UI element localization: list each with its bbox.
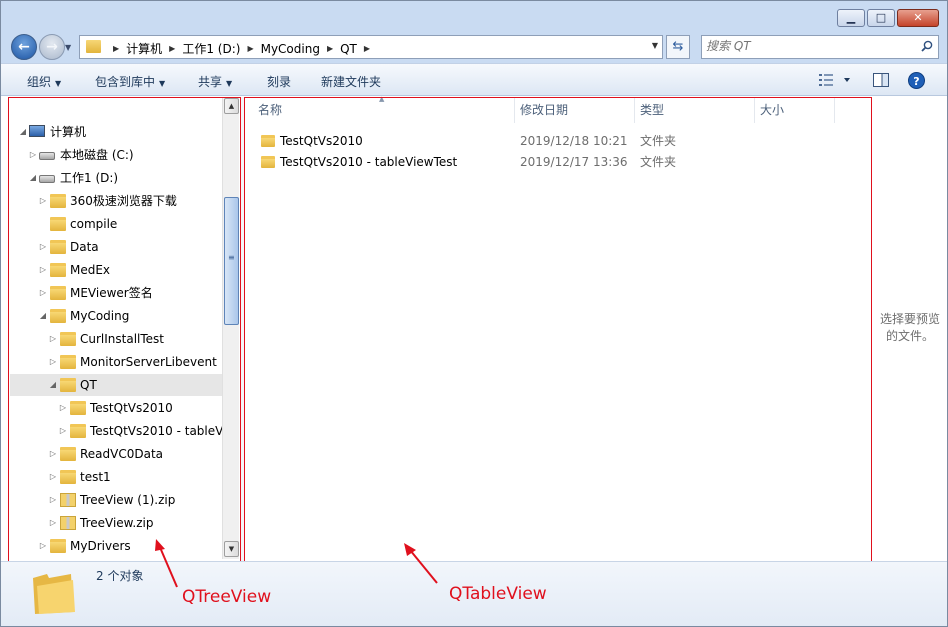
annotation-label-treeview: QTreeView [182, 587, 272, 607]
recent-locations-icon[interactable]: ▼ [65, 43, 71, 52]
title-bar: ▁ □ ✕ [1, 1, 947, 31]
view-details-icon [819, 74, 850, 86]
breadcrumb-item-mycoding[interactable]: MyCoding [261, 42, 320, 56]
organize-label: 组织 [27, 75, 52, 89]
annotation-arrow-icon [404, 543, 438, 584]
chevron-right-icon[interactable]: ▶ [327, 44, 333, 53]
preview-message: 选择要预览 的文件。 [876, 311, 944, 345]
forward-button[interactable]: → [39, 34, 65, 60]
maximize-icon: □ [875, 11, 887, 24]
folder-icon [86, 40, 101, 53]
search-input[interactable] [706, 39, 906, 53]
folder-icon [33, 574, 75, 614]
breadcrumb-item-computer[interactable]: 计算机 [126, 40, 162, 57]
address-bar[interactable]: ▶ 计算机 ▶ 工作1 (D:) ▶ MyCoding ▶ QT ▶ ▼ [79, 35, 663, 59]
annotation-arrow-icon [155, 539, 178, 588]
maximize-button[interactable]: □ [867, 9, 895, 27]
minimize-icon: ▁ [846, 11, 856, 24]
organize-menu[interactable]: 组织 ▼ [27, 73, 61, 90]
help-button[interactable]: ? [908, 72, 925, 92]
preview-pane-icon [873, 73, 889, 87]
breadcrumb: ▶ 计算机 ▶ 工作1 (D:) ▶ MyCoding ▶ QT ▶ [106, 40, 377, 57]
view-options-button[interactable] [819, 72, 853, 91]
annotation-label-tableview: QTableView [449, 584, 547, 604]
include-in-library-menu[interactable]: 包含到库中 ▼ [95, 73, 165, 90]
preview-message-line: 选择要预览 [879, 312, 940, 326]
caption-buttons: ▁ □ ✕ [835, 9, 939, 27]
svg-text:?: ? [913, 75, 919, 88]
burn-label: 刻录 [267, 75, 292, 89]
breadcrumb-item-qt[interactable]: QT [340, 42, 357, 56]
close-button[interactable]: ✕ [897, 9, 939, 27]
preview-pane-button[interactable] [873, 72, 889, 91]
chevron-down-icon: ▼ [55, 79, 62, 88]
annotation-box-tableview [244, 97, 872, 562]
annotation-box-treeview [8, 97, 241, 562]
chevron-right-icon[interactable]: ▶ [364, 44, 370, 53]
chevron-right-icon[interactable]: ▶ [113, 44, 119, 53]
share-label: 共享 [198, 75, 223, 89]
new-folder-button[interactable]: 新建文件夹 [321, 73, 381, 90]
minimize-button[interactable]: ▁ [837, 9, 865, 27]
new-folder-label: 新建文件夹 [321, 75, 382, 89]
address-row: ← → ▼ ▶ 计算机 ▶ 工作1 (D:) ▶ MyCoding ▶ QT ▶… [1, 31, 947, 63]
refresh-icon: ⇆ [672, 39, 684, 54]
command-bar: 组织 ▼ 包含到库中 ▼ 共享 ▼ 刻录 新建文件夹 ? [1, 63, 947, 96]
back-button[interactable]: ← [11, 34, 37, 60]
burn-button[interactable]: 刻录 [267, 73, 291, 90]
help-icon: ? [908, 72, 925, 89]
search-box[interactable] [701, 35, 939, 59]
chevron-down-icon: ▼ [226, 79, 233, 88]
chevron-right-icon[interactable]: ▶ [247, 44, 253, 53]
search-icon[interactable] [921, 40, 933, 52]
chevron-down-icon: ▼ [159, 79, 166, 88]
address-dropdown-icon[interactable]: ▼ [652, 41, 658, 50]
explorer-window: ▁ □ ✕ ← → ▼ ▶ 计算机 ▶ 工作1 (D:) ▶ MyCoding … [0, 0, 948, 627]
back-arrow-icon: ← [18, 39, 30, 55]
refresh-button[interactable]: ⇆ [666, 35, 690, 59]
share-menu[interactable]: 共享 ▼ [198, 73, 232, 90]
include-in-library-label: 包含到库中 [95, 75, 156, 89]
item-count: 2 个对象 [96, 569, 144, 583]
preview-message-line: 的文件。 [885, 329, 934, 343]
preview-pane: 选择要预览 的文件。 [871, 97, 947, 562]
forward-arrow-icon: → [46, 39, 58, 55]
chevron-right-icon[interactable]: ▶ [169, 44, 175, 53]
close-icon: ✕ [913, 11, 923, 24]
breadcrumb-item-drive[interactable]: 工作1 (D:) [182, 40, 240, 57]
